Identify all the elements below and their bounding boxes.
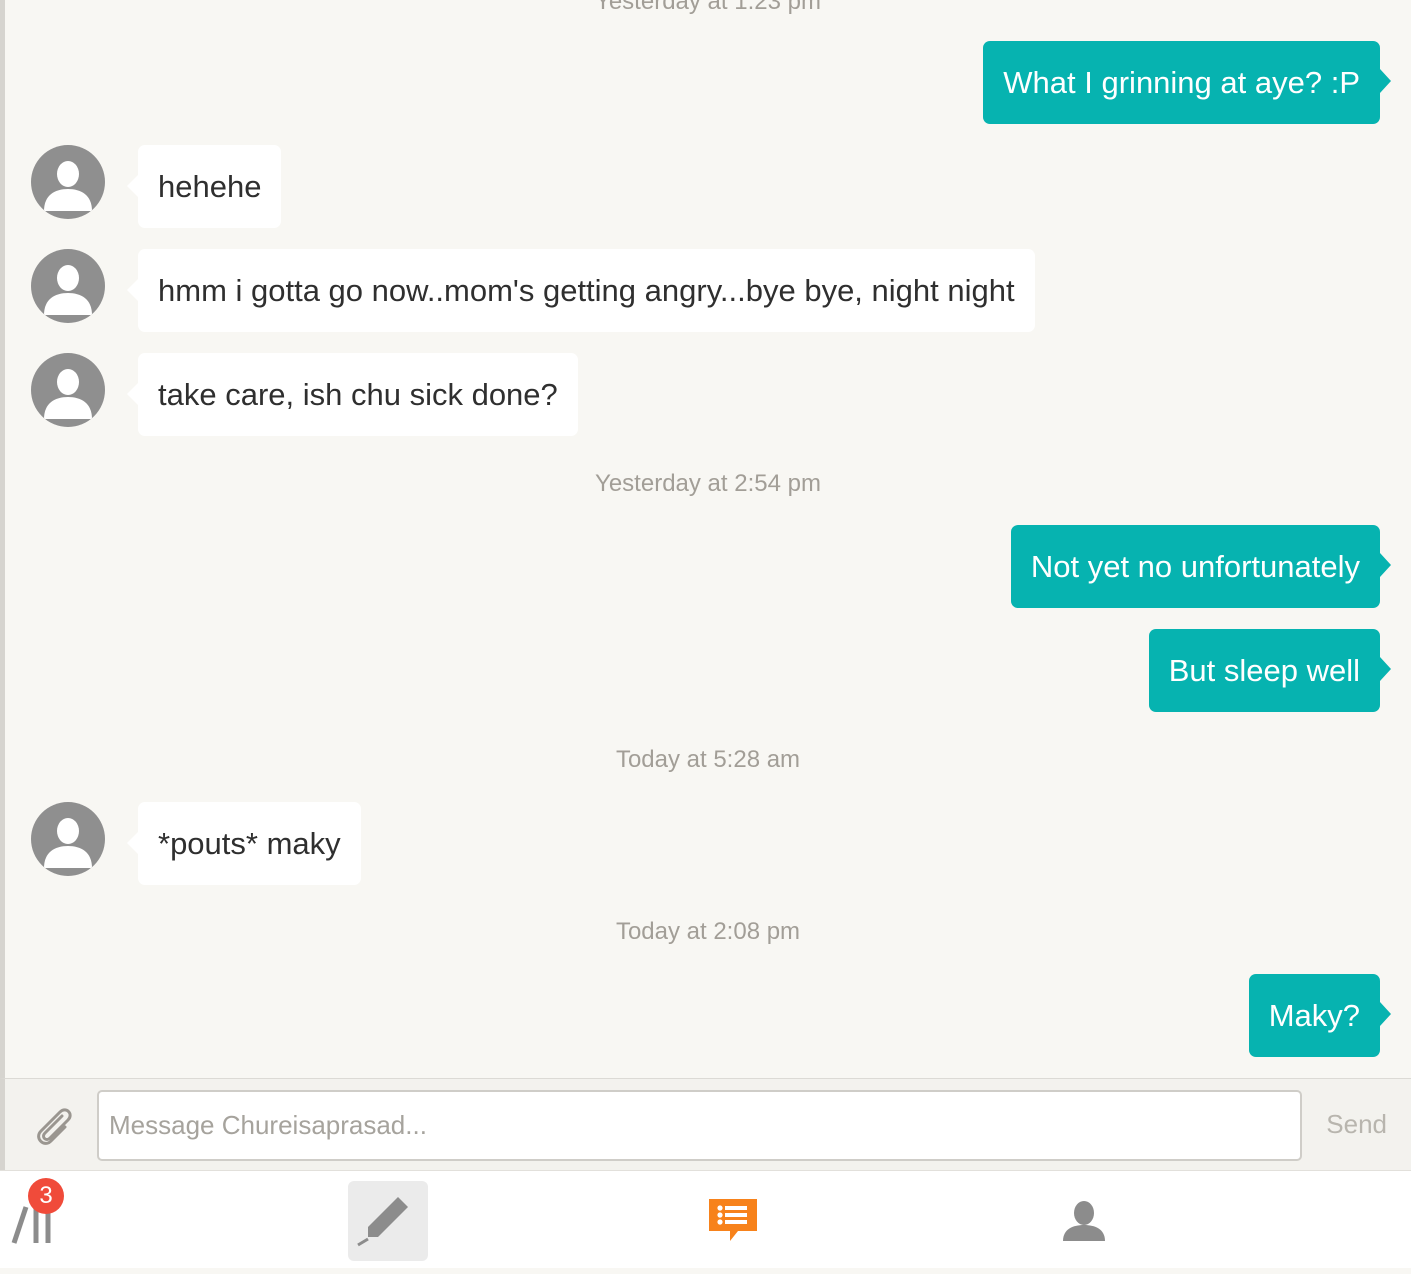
attachment-button[interactable] <box>29 1101 79 1151</box>
tab-bar: 3 <box>0 1170 1411 1268</box>
avatar[interactable] <box>31 353 105 427</box>
outgoing-message[interactable]: But sleep well <box>1148 629 1392 712</box>
avatar[interactable] <box>31 145 105 219</box>
default-avatar-icon <box>44 818 92 868</box>
compose-icon <box>357 1197 408 1247</box>
default-avatar-icon <box>44 265 92 315</box>
default-avatar-icon <box>44 161 92 211</box>
tab-messages[interactable] <box>692 1171 774 1269</box>
message-thread: Yesterday at 1:23 pm What I grinning at … <box>0 0 1411 1078</box>
profile-icon <box>1063 1201 1105 1241</box>
avatar[interactable] <box>31 802 105 876</box>
timestamp: Yesterday at 1:23 pm <box>595 0 821 15</box>
incoming-message[interactable]: take care, ish chu sick done? <box>127 353 578 436</box>
incoming-message[interactable]: hmm i gotta go now..mom's getting angry.… <box>127 249 1035 332</box>
outgoing-message[interactable]: Not yet no unfortunately <box>1010 525 1392 608</box>
default-avatar-icon <box>44 369 92 419</box>
timestamp: Yesterday at 2:54 pm <box>595 470 821 497</box>
tab-dashboard[interactable]: 3 <box>0 1171 100 1269</box>
outgoing-message[interactable]: Maky? <box>1248 974 1392 1057</box>
paperclip-icon <box>37 1108 72 1145</box>
message-composer: Send <box>0 1078 1411 1170</box>
tab-compose[interactable] <box>348 1181 428 1261</box>
avatar[interactable] <box>31 249 105 323</box>
notification-badge: 3 <box>28 1178 64 1214</box>
send-button[interactable]: Send <box>1326 1109 1387 1140</box>
incoming-message[interactable]: hehehe <box>126 145 282 228</box>
timestamp: Today at 2:08 pm <box>615 918 801 945</box>
timestamp: Today at 5:28 am <box>615 746 801 773</box>
tab-profile[interactable] <box>1043 1171 1125 1269</box>
outgoing-message[interactable]: What I grinning at aye? :P <box>983 41 1391 124</box>
message-input[interactable] <box>97 1090 1302 1161</box>
messages-icon <box>709 1199 757 1241</box>
incoming-message[interactable]: *pouts* maky <box>127 802 361 885</box>
